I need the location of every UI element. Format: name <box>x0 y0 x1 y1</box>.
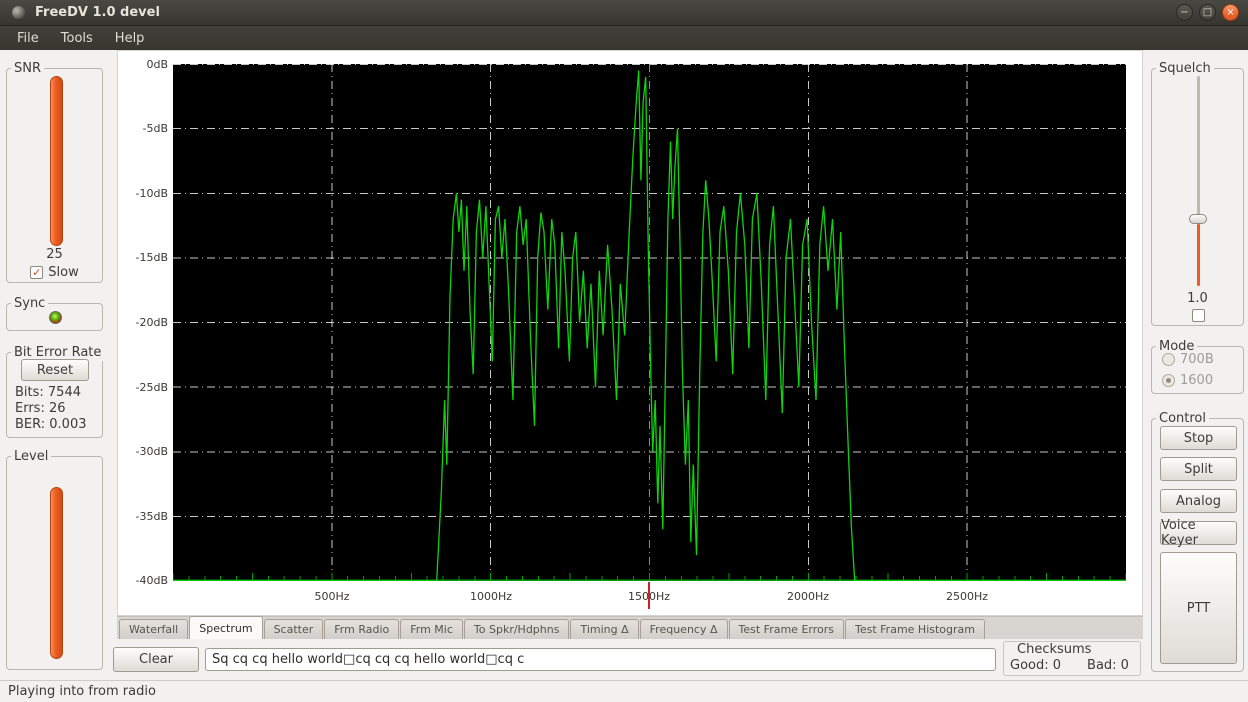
ber-group: Bit Error Rate Reset Bits: 7544 Errs: 26… <box>6 352 103 438</box>
tab-frm-radio[interactable]: Frm Radio <box>324 619 399 639</box>
titlebar: FreeDV 1.0 devel − □ × <box>0 0 1248 26</box>
y-tick-label: -10dB <box>124 187 168 200</box>
squelch-slider-fill <box>1197 224 1200 286</box>
tab-scatter[interactable]: Scatter <box>264 619 324 639</box>
freedv-window: FreeDV 1.0 devel − □ × File Tools Help S… <box>0 0 1248 702</box>
menubar: File Tools Help <box>0 26 1248 50</box>
spectrum-panel: 0dB -5dB -10dB -15dB -20dB -25dB -30dB -… <box>117 50 1143 616</box>
reset-button[interactable]: Reset <box>21 359 89 381</box>
errs-value: Errs: 26 <box>15 401 66 416</box>
tab-waterfall[interactable]: Waterfall <box>119 619 188 639</box>
level-label: Level <box>11 448 51 465</box>
mode-700b-label: 700B <box>1180 352 1214 367</box>
y-tick-label: -20dB <box>124 316 168 329</box>
minimize-icon[interactable]: − <box>1176 4 1193 21</box>
level-gauge[interactable] <box>50 487 63 659</box>
ber-value: BER: 0.003 <box>15 417 87 432</box>
mode-1600-label: 1600 <box>1180 373 1213 388</box>
ptt-button[interactable]: PTT <box>1160 552 1237 664</box>
window-title: FreeDV 1.0 devel <box>35 5 160 20</box>
sync-group: Sync <box>6 303 103 331</box>
radio-700b-icon <box>1162 353 1175 366</box>
squelch-label: Squelch <box>1156 60 1214 77</box>
spectrum-trace <box>173 64 1126 581</box>
checksums-good: Good: 0 <box>1010 658 1061 674</box>
received-text-input[interactable] <box>205 648 996 671</box>
control-group: Control Stop Split Analog Voice Keyer PT… <box>1151 418 1244 672</box>
menu-file[interactable]: File <box>6 28 50 49</box>
x-tick-label: 1000Hz <box>461 590 521 603</box>
checksums-bad: Bad: 0 <box>1087 658 1129 674</box>
close-icon[interactable]: × <box>1222 4 1239 21</box>
sync-led-icon <box>49 311 62 324</box>
squelch-slider-handle[interactable] <box>1189 214 1207 224</box>
slow-row: ✓ Slow <box>7 265 102 280</box>
tab-test-frame-errors[interactable]: Test Frame Errors <box>729 619 844 639</box>
y-tick-label: -35dB <box>124 510 168 523</box>
stop-button[interactable]: Stop <box>1160 426 1237 450</box>
snr-value: 25 <box>7 247 102 262</box>
statusbar: Playing into from radio <box>0 680 1248 702</box>
y-tick-label: 0dB <box>124 58 168 71</box>
slow-checkbox-label: Slow <box>48 265 78 280</box>
y-tick-label: -40dB <box>124 574 168 587</box>
tab-frm-mic[interactable]: Frm Mic <box>400 619 463 639</box>
app-icon <box>12 6 25 19</box>
bits-value: Bits: 7544 <box>15 385 81 400</box>
maximize-icon[interactable]: □ <box>1199 4 1216 21</box>
menu-help[interactable]: Help <box>104 28 156 49</box>
plot-tabs: Waterfall Spectrum Scatter Frm Radio Frm… <box>117 616 1143 639</box>
center-frequency-marker[interactable] <box>648 582 650 609</box>
checksums-box: Checksums Good: 0 Bad: 0 <box>1003 641 1141 676</box>
level-group: Level <box>6 456 103 670</box>
menu-tools[interactable]: Tools <box>50 28 104 49</box>
x-tick-label: 2500Hz <box>937 590 997 603</box>
y-tick-label: -15dB <box>124 251 168 264</box>
split-button[interactable]: Split <box>1160 457 1237 481</box>
squelch-group: Squelch 1.0 <box>1151 68 1244 326</box>
control-label: Control <box>1156 410 1209 427</box>
y-tick-label: -25dB <box>124 381 168 394</box>
analog-button[interactable]: Analog <box>1160 489 1237 513</box>
checksums-values: Good: 0 Bad: 0 <box>1004 658 1140 674</box>
window-controls: − □ × <box>1176 4 1248 21</box>
spectrum-plot-area <box>173 64 1126 581</box>
tab-to-spkr-hdphns[interactable]: To Spkr/Hdphns <box>464 619 570 639</box>
clear-button[interactable]: Clear <box>113 647 199 672</box>
tab-test-frame-histogram[interactable]: Test Frame Histogram <box>845 619 985 639</box>
radio-1600-icon <box>1162 374 1175 387</box>
sync-label: Sync <box>11 295 48 312</box>
tab-timing-delta[interactable]: Timing Δ <box>570 619 638 639</box>
snr-group: SNR 25 ✓ Slow <box>6 68 103 283</box>
mode-option-700b: 700B <box>1162 352 1214 367</box>
y-tick-label: -5dB <box>124 122 168 135</box>
voice-keyer-button[interactable]: Voice Keyer <box>1160 521 1237 545</box>
y-tick-label: -30dB <box>124 445 168 458</box>
tab-spectrum[interactable]: Spectrum <box>189 616 262 639</box>
squelch-value: 1.0 <box>1152 291 1243 306</box>
squelch-checkbox[interactable] <box>1192 309 1205 322</box>
snr-label: SNR <box>11 60 44 77</box>
slow-checkbox[interactable]: ✓ <box>30 266 43 279</box>
checksums-title: Checksums <box>1004 642 1140 658</box>
x-tick-label: 2000Hz <box>778 590 838 603</box>
status-text: Playing into from radio <box>0 684 156 699</box>
tab-frequency-delta[interactable]: Frequency Δ <box>640 619 728 639</box>
snr-gauge[interactable] <box>50 76 63 246</box>
mode-option-1600: 1600 <box>1162 373 1213 388</box>
x-tick-label: 500Hz <box>302 590 362 603</box>
mode-group: Mode 700B 1600 <box>1151 346 1244 394</box>
